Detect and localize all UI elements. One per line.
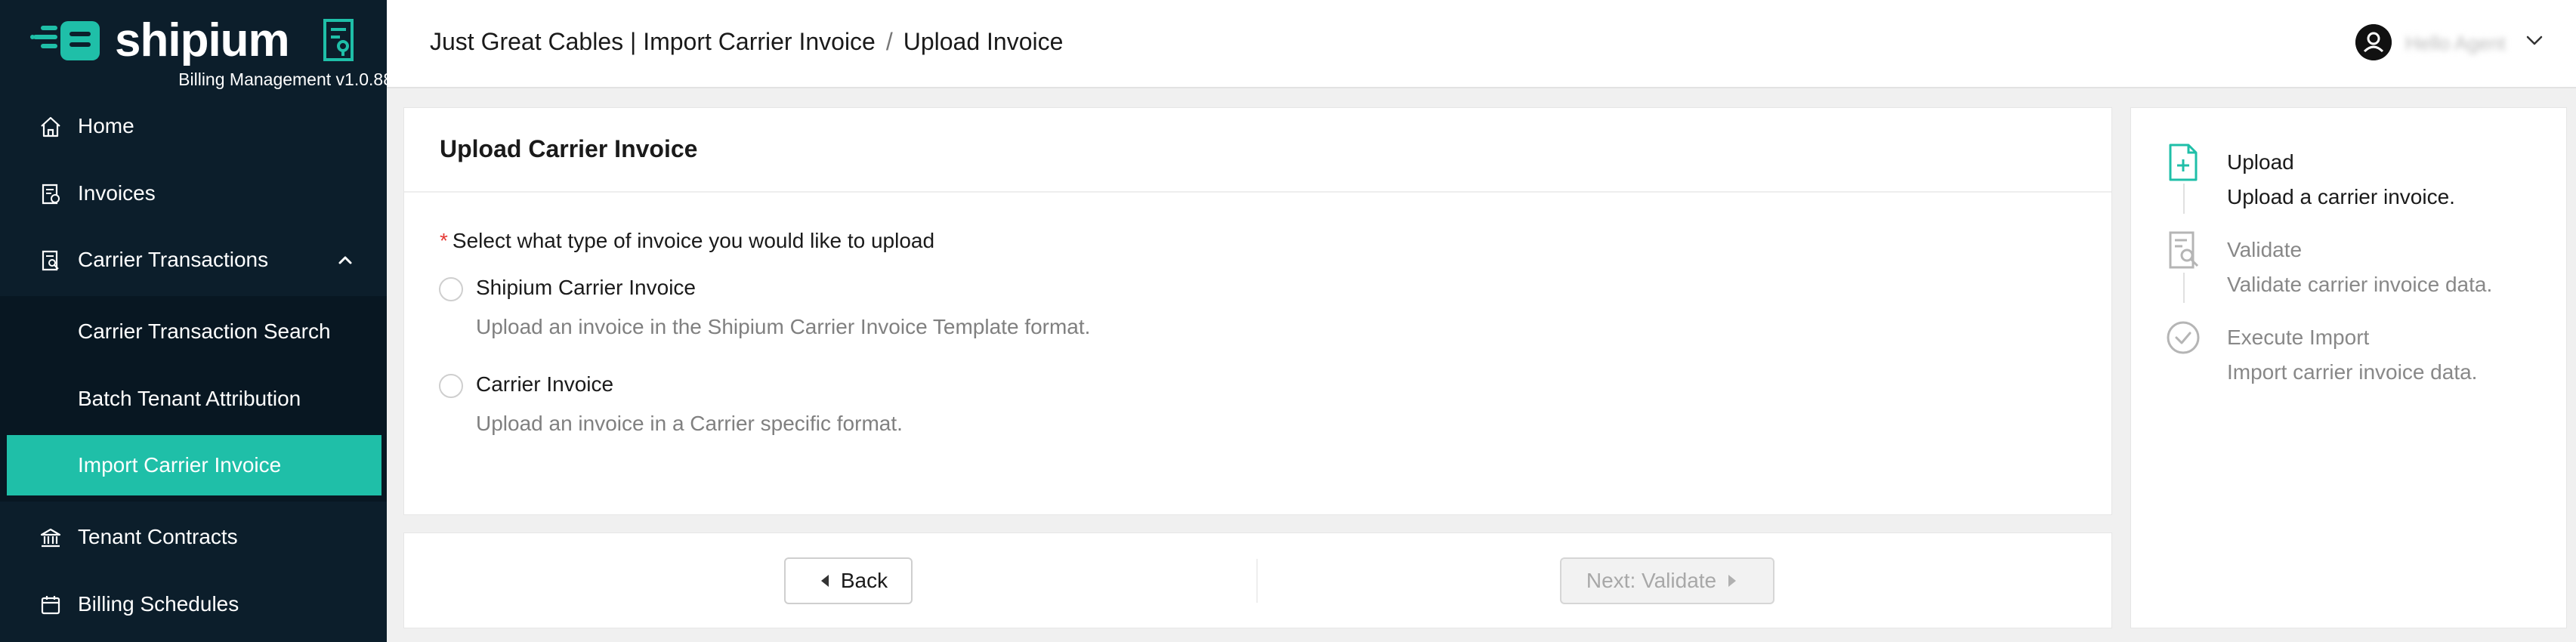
check-circle-icon <box>2167 321 2200 354</box>
sidebar-item-label: Tenant Contracts <box>78 525 238 548</box>
carrier-transactions-icon <box>42 250 59 271</box>
sidebar-item-label: Billing Schedules <box>78 592 239 616</box>
required-marker: * <box>440 229 448 252</box>
sidebar-item-label: Home <box>78 114 134 137</box>
actions-divider <box>1256 559 1258 603</box>
user-menu[interactable]: Hello Agent <box>2355 23 2552 62</box>
sidebar-item-label: Invoices <box>78 181 156 205</box>
sidebar-item-tenant-contracts[interactable]: Tenant Contracts <box>0 511 387 563</box>
chevron-down-icon[interactable] <box>2525 30 2544 50</box>
next-validate-button[interactable]: Next: Validate <box>1560 557 1774 604</box>
option-description-shipium-carrier-invoice: Upload an invoice in the Shipium Carrier… <box>476 315 1091 338</box>
user-name: Hello Agent <box>2405 32 2506 54</box>
step-validate: Validate Validate carrier invoice data. <box>2131 230 2568 313</box>
sidebar-item-label: Carrier Transactions <box>78 248 269 271</box>
step-upload: Upload Upload a carrier invoice. <box>2131 143 2568 226</box>
option-label-carrier-invoice[interactable]: Carrier Invoice <box>476 372 613 397</box>
sidebar-subitem-import-carrier-invoice[interactable]: Import Carrier Invoice <box>7 435 381 495</box>
brand[interactable]: shipium Billing Management v1.0.88 <box>30 14 393 95</box>
option-label-shipium-carrier-invoice[interactable]: Shipium Carrier Invoice <box>476 276 696 300</box>
sidebar-item-home[interactable]: Home <box>0 100 387 153</box>
caret-left-icon <box>820 575 829 587</box>
step-description: Upload a carrier invoice. <box>2227 185 2455 208</box>
sidebar-subitem-label: Import Carrier Invoice <box>78 453 282 477</box>
validate-document-icon <box>2169 231 2199 269</box>
sidebar-item-billing-schedules[interactable]: Billing Schedules <box>0 578 387 631</box>
bank-icon <box>40 528 61 548</box>
step-title: Upload <box>2227 150 2294 174</box>
breadcrumb: Just Great Cables | Import Carrier Invoi… <box>430 28 1063 56</box>
brand-name: shipium <box>115 14 290 66</box>
back-button[interactable]: Back <box>784 557 913 604</box>
upload-card: Upload Carrier Invoice * Select what type… <box>403 107 2112 515</box>
question-text: Select what type of invoice you would li… <box>452 229 935 252</box>
back-button-label: Back <box>840 569 888 592</box>
sidebar-subitem-carrier-transaction-search[interactable]: Carrier Transaction Search <box>0 301 387 362</box>
sidebar-subitem-label: Batch Tenant Attribution <box>78 387 301 410</box>
app-version: Billing Management v1.0.88 <box>178 69 393 89</box>
billing-document-icon <box>323 19 354 61</box>
breadcrumb-separator: / <box>885 28 893 55</box>
sidebar-item-invoices[interactable]: Invoices <box>0 167 387 220</box>
chevron-up-icon[interactable] <box>337 252 354 268</box>
step-description: Import carrier invoice data. <box>2227 360 2478 384</box>
invoices-icon <box>42 184 60 205</box>
step-title: Execute Import <box>2227 326 2370 349</box>
shipium-logo-icon <box>30 21 100 60</box>
upload-file-icon <box>2169 144 2198 181</box>
caret-right-icon <box>1728 575 1737 587</box>
card-divider <box>404 191 2111 193</box>
sidebar-item-carrier-transactions[interactable]: Carrier Transactions <box>0 233 387 286</box>
sidebar-subitem-batch-tenant-attribution[interactable]: Batch Tenant Attribution <box>0 369 387 429</box>
radio-carrier-invoice[interactable] <box>439 374 463 398</box>
avatar-icon <box>2355 24 2392 60</box>
step-description: Validate carrier invoice data. <box>2227 273 2493 296</box>
option-description-carrier-invoice: Upload an invoice in a Carrier specific … <box>476 412 903 435</box>
wizard-steps: Upload Upload a carrier invoice. Validat… <box>2130 107 2567 628</box>
breadcrumb-item-import-carrier-invoice[interactable]: Just Great Cables | Import Carrier Invoi… <box>430 28 876 55</box>
card-title: Upload Carrier Invoice <box>440 135 698 162</box>
sidebar: shipium Billing Management v1.0.88 Home … <box>0 0 393 642</box>
radio-shipium-carrier-invoice[interactable] <box>439 277 463 301</box>
home-icon <box>41 116 60 137</box>
step-execute-import: Execute Import Import carrier invoice da… <box>2131 318 2568 401</box>
sidebar-subitem-label: Carrier Transaction Search <box>78 319 331 343</box>
top-header: Just Great Cables | Import Carrier Invoi… <box>387 0 2576 88</box>
invoice-type-question: * Select what type of invoice you would l… <box>440 229 934 253</box>
next-button-label: Next: Validate <box>1586 569 1717 592</box>
wizard-actions: Back Next: Validate <box>403 532 2112 628</box>
step-title: Validate <box>2227 238 2303 261</box>
calendar-icon <box>41 596 60 615</box>
breadcrumb-item-upload-invoice: Upload Invoice <box>903 28 1064 55</box>
